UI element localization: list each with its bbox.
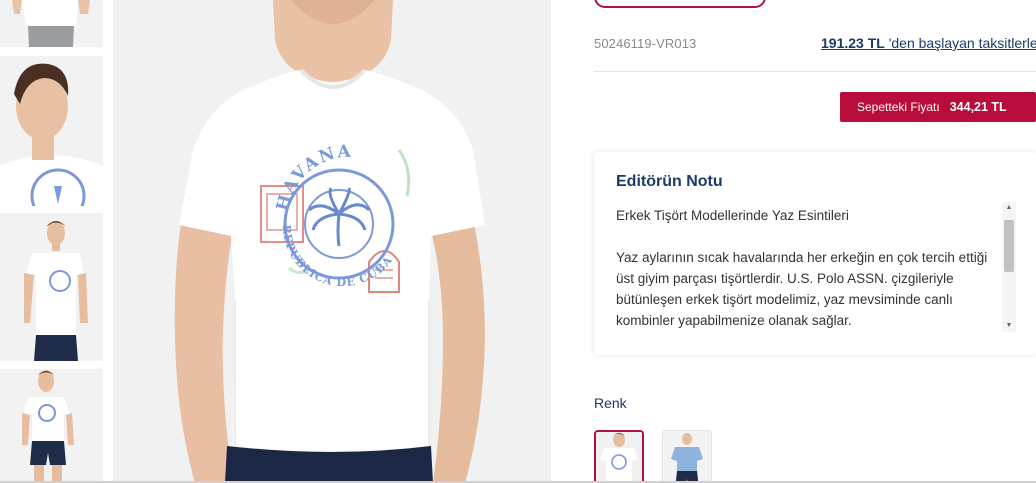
main-product-image[interactable]: HAVANA REPUBLICA DE CUBA xyxy=(113,0,551,483)
scroll-down-arrow-icon[interactable]: ▼ xyxy=(1002,320,1016,332)
thumbnail-4[interactable] xyxy=(0,369,103,483)
installment-link[interactable]: 191.23 TL 'den başlayan taksitlerle xyxy=(821,35,1036,51)
thumbnail-gallery xyxy=(0,0,103,483)
top-button[interactable] xyxy=(594,0,766,8)
scroll-up-arrow-icon[interactable]: ▲ xyxy=(1002,202,1016,214)
editor-note-title: Editörün Notu xyxy=(616,173,723,190)
thumbnail-1[interactable] xyxy=(0,0,103,47)
basket-price-badge: Sepetteki Fiyatı 344,21 TL xyxy=(840,92,1036,122)
installment-text: 'den başlayan taksitlerle xyxy=(884,35,1036,51)
basket-price-label: Sepetteki Fiyatı xyxy=(857,100,940,114)
color-swatch-white[interactable] xyxy=(594,430,644,483)
installment-amount: 191.23 TL xyxy=(821,35,885,51)
scroll-thumb[interactable] xyxy=(1004,220,1014,272)
color-swatch-blue[interactable] xyxy=(662,430,712,483)
editor-note-scrollbar[interactable]: ▲ ▼ xyxy=(1002,202,1016,332)
editor-note-subtitle: Erkek Tişört Modellerinde Yaz Esintileri xyxy=(616,208,849,223)
product-info-panel: 50246119-VR013 191.23 TL 'den başlayan t… xyxy=(594,0,1036,483)
color-label: Renk xyxy=(594,395,627,411)
thumbnail-3[interactable] xyxy=(0,213,103,361)
editor-note-card: Editörün Notu Erkek Tişört Modellerinde … xyxy=(594,152,1036,355)
divider xyxy=(594,71,1036,72)
editor-note-text: Yaz aylarının sıcak havalarında her erke… xyxy=(616,250,988,328)
basket-price-amount: 344,21 TL xyxy=(949,100,1007,114)
product-sku: 50246119-VR013 xyxy=(594,36,697,51)
editor-note-body[interactable]: Erkek Tişört Modellerinde Yaz Esintileri… xyxy=(616,205,996,333)
thumbnail-2[interactable] xyxy=(0,56,103,206)
